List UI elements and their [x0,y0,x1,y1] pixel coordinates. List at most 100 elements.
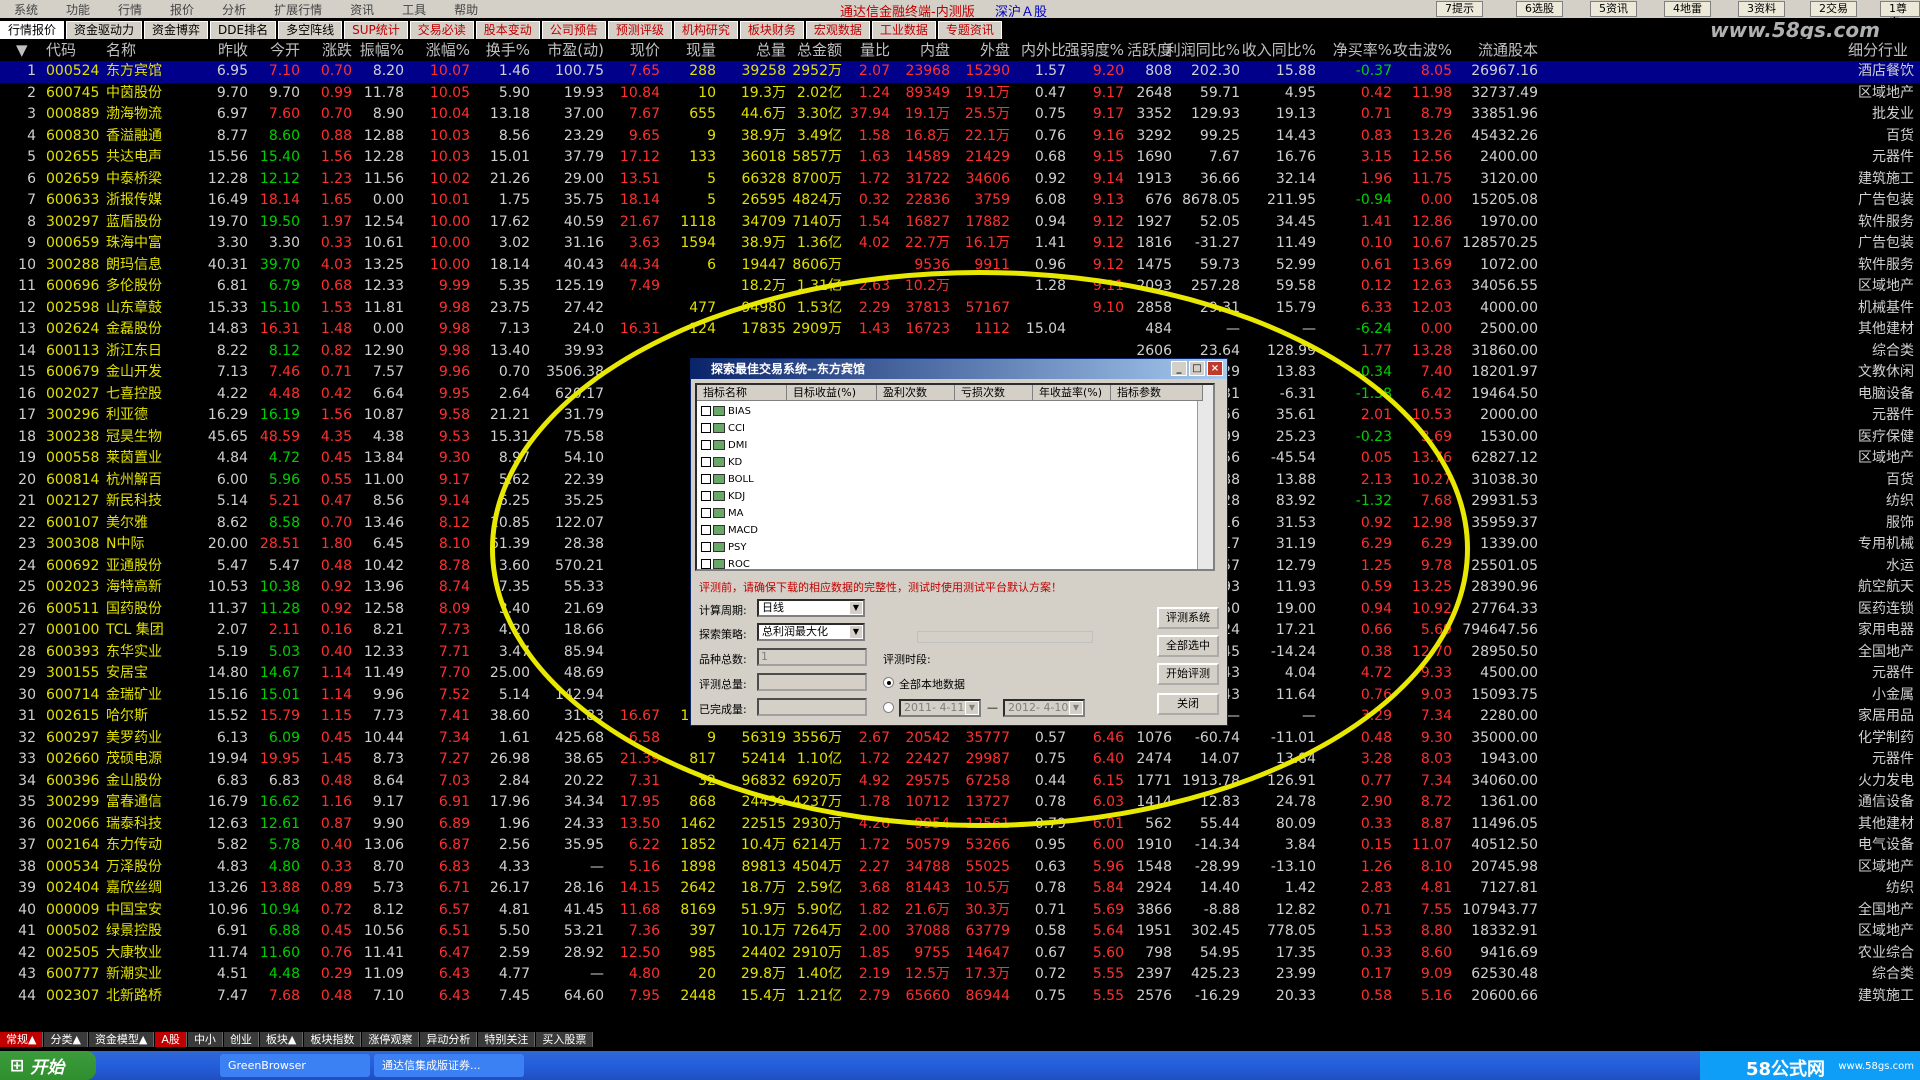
start-button[interactable]: ⊞ 开始 [0,1051,96,1080]
quick-button-1[interactable]: 6选股 [1516,1,1563,17]
tab-6[interactable]: 交易必读 [409,21,474,39]
column-header-9[interactable]: 现价 [630,39,660,61]
table-row[interactable]: 34 600396 金山股份 6.83 6.83 0.48 8.64 7.03 2.84 20.2… [0,771,1920,793]
indicator-item[interactable]: ROC [701,556,750,573]
column-header-0[interactable]: 代码 [46,39,76,61]
indicator-list[interactable]: 指标名称 目标收益(%) 盈利次数 亏损次数 年收益率(%) 指标参数 BIAS CCI DMI… [695,383,1215,571]
checkbox[interactable] [701,423,711,433]
list-header-1[interactable]: 目标收益(%) [787,385,877,401]
table-row[interactable]: 44 002307 北新路桥 7.47 7.68 0.48 7.10 6.43 7.45 64.6… [0,986,1920,1008]
column-header-15[interactable]: 外盘 [980,39,1010,61]
indicator-item[interactable]: DMI [701,437,747,454]
all-local-data-radio[interactable] [883,677,894,688]
quick-button-4[interactable]: 3资料 [1738,1,1785,17]
tab-9[interactable]: 预测评级 [607,21,672,39]
indicator-item[interactable]: KDJ [701,488,745,505]
tab-1[interactable]: 资金驱动力 [66,21,143,39]
column-header-3[interactable]: 今开 [270,39,300,61]
quick-button-3[interactable]: 4地雷 [1664,1,1711,17]
column-header-22[interactable]: 攻击波% [1393,39,1452,61]
column-header-7[interactable]: 换手% [486,39,530,61]
chevron-down-icon[interactable]: ▼ [1069,701,1083,715]
list-header-4[interactable]: 年收益率(%) [1033,385,1111,401]
quick-button-2[interactable]: 5资讯 [1590,1,1637,17]
table-row[interactable]: 38 000534 万泽股份 4.83 4.80 0.33 8.70 6.83 4.33 — 5.1… [0,857,1920,879]
tab-2[interactable]: 资金博弈 [144,21,209,39]
period-select[interactable]: 日线 ▼ [757,599,865,617]
column-header-17[interactable]: 强弱度% [1065,39,1124,61]
select-all-button[interactable]: 全部选中 [1157,635,1219,657]
checkbox[interactable] [701,406,711,416]
bottom-tab-9[interactable]: 异动分析 [420,1032,478,1047]
tab-7[interactable]: 股本变动 [475,21,540,39]
table-row[interactable]: 37 002164 东力传动 5.82 5.78 0.40 13.06 6.87 2.56 35.… [0,835,1920,857]
chevron-down-icon[interactable]: ▼ [849,625,863,639]
column-header-6[interactable]: 涨幅% [426,39,470,61]
list-header-5[interactable]: 指标参数 [1111,385,1203,401]
bottom-tab-8[interactable]: 涨停观察 [362,1032,420,1047]
column-header-4[interactable]: 涨跌 [322,39,352,61]
indicator-item[interactable]: PSY [701,539,747,556]
bottom-tab-3[interactable]: A股 [155,1032,187,1047]
list-header-0[interactable]: 指标名称 [697,385,787,401]
list-header-2[interactable]: 盈利次数 [877,385,955,401]
date-to-select[interactable]: 2012- 4-10 ▼ [1003,699,1085,717]
table-row[interactable]: 41 000502 绿景控股 6.91 6.88 0.45 10.56 6.51 5.50 53.… [0,921,1920,943]
list-header-3[interactable]: 亏损次数 [955,385,1033,401]
table-row[interactable]: 7 600633 浙报传媒 16.49 18.14 1.65 0.00 10.01 1.75 35… [0,190,1920,212]
minimize-icon[interactable]: _ [1171,361,1187,376]
checkbox[interactable] [701,559,711,569]
indicator-list-scrollbar[interactable] [1197,385,1213,569]
indicator-item[interactable]: BOLL [701,471,754,488]
table-row[interactable]: 10 300288 朗玛信息 40.31 39.70 4.03 13.25 10.00 18.1… [0,255,1920,277]
table-row[interactable]: 1 000524 东方宾馆 6.95 7.10 0.70 8.20 10.07 1.46 100.… [0,61,1920,83]
column-header-16[interactable]: 内外比 [1021,39,1066,61]
bottom-tab-4[interactable]: 中小 [187,1032,223,1047]
menu-2[interactable]: 行情 [104,1,156,18]
bottom-tab-0[interactable]: 常规▲ [0,1032,44,1047]
checkbox[interactable] [701,457,711,467]
chevron-down-icon[interactable]: ▼ [849,601,863,615]
menu-7[interactable]: 工具 [388,1,440,18]
start-evaluation-button[interactable]: 开始评测 [1157,663,1219,685]
tab-0[interactable]: 行情报价 [0,21,65,39]
quick-button-5[interactable]: 2交易 [1810,1,1857,17]
menu-0[interactable]: 系统 [0,1,52,18]
indicator-item[interactable]: MACD [701,522,758,539]
table-row[interactable]: 5 002655 共达电声 15.56 15.40 1.56 12.28 10.03 15.01… [0,147,1920,169]
menu-1[interactable]: 功能 [52,1,104,18]
column-header-8[interactable]: 市盈(动) [547,39,604,61]
tab-3[interactable]: DDE排名 [210,21,277,39]
tab-4[interactable]: 多空阵线 [278,21,343,39]
column-header-13[interactable]: 量比 [860,39,890,61]
checkbox[interactable] [701,525,711,535]
strategy-select[interactable]: 总利润最大化 ▼ [757,623,865,641]
tab-10[interactable]: 机构研究 [673,21,738,39]
column-header-21[interactable]: 净买率% [1333,39,1392,61]
tab-11[interactable]: 板块财务 [739,21,804,39]
column-header-1[interactable]: 名称 [106,39,136,61]
bottom-tab-5[interactable]: 创业 [223,1032,259,1047]
checkbox[interactable] [701,542,711,552]
table-row[interactable]: 3 000889 渤海物流 6.97 7.60 0.70 8.90 10.04 13.18 37.… [0,104,1920,126]
bottom-tab-2[interactable]: 资金模型▲ [88,1032,155,1047]
table-row[interactable]: 8 300297 蓝盾股份 19.70 19.50 1.97 12.54 10.00 17.62… [0,212,1920,234]
checkbox[interactable] [701,474,711,484]
tab-12[interactable]: 宏观数据 [805,21,870,39]
table-row[interactable]: 13 002624 金磊股份 14.83 16.31 1.48 0.00 9.98 7.13 24… [0,319,1920,341]
column-header-20[interactable]: 收入同比% [1242,39,1316,61]
quick-button-6[interactable]: 1尊富 [1880,1,1920,29]
table-row[interactable]: 2 600745 中茵股份 9.70 9.70 0.99 11.78 10.05 5.90 19.… [0,83,1920,105]
date-from-select[interactable]: 2011- 4-11 ▼ [899,699,981,717]
chevron-down-icon[interactable]: ▼ [965,701,979,715]
tab-5[interactable]: SUP统计 [344,21,408,39]
column-header-19[interactable]: 利润同比% [1166,39,1240,61]
column-header-14[interactable]: 内盘 [920,39,950,61]
date-range-radio[interactable] [883,702,894,713]
table-row[interactable]: 12 002598 山东章鼓 15.33 15.10 1.53 11.81 9.98 23.75… [0,298,1920,320]
table-row[interactable]: 9 000659 珠海中富 3.30 3.30 0.33 10.61 10.00 3.02 31.… [0,233,1920,255]
close-icon[interactable]: × [1207,361,1223,376]
indicator-item[interactable]: BIAS [701,403,751,420]
quick-button-0[interactable]: 7提示 [1436,1,1483,17]
tab-14[interactable]: 专题资讯 [937,21,1002,39]
